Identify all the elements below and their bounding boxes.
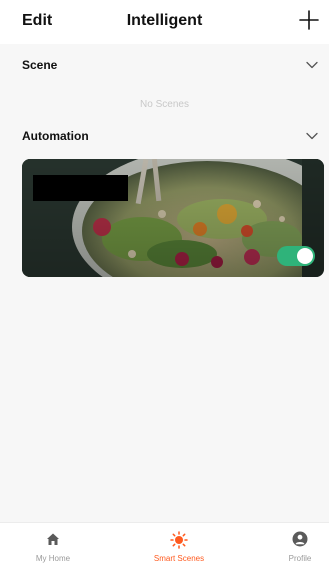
plus-icon[interactable] — [297, 8, 321, 32]
toggle-knob — [297, 248, 313, 264]
scene-section-header[interactable]: Scene — [0, 48, 329, 82]
top-bar: Edit Intelligent — [0, 0, 329, 44]
chevron-down-icon[interactable] — [305, 129, 319, 143]
automation-toggle[interactable] — [277, 246, 315, 266]
tab-smart-scenes-label: Smart Scenes — [153, 554, 205, 563]
page-title: Intelligent — [126, 12, 203, 29]
profile-icon — [292, 531, 308, 547]
tab-profile-label: Profile — [288, 554, 312, 563]
automation-section-label: Automation — [22, 129, 89, 143]
tab-my-home[interactable]: My Home — [3, 523, 103, 566]
sun-icon — [170, 531, 188, 549]
bottom-tab-bar: My Home Smart Scenes Profile — [0, 522, 329, 566]
scene-section-label: Scene — [22, 58, 58, 72]
automation-section-header[interactable]: Automation — [0, 119, 329, 153]
no-scenes-text: No Scenes — [140, 99, 189, 110]
tab-profile[interactable]: Profile — [250, 523, 329, 566]
chevron-down-icon[interactable] — [305, 58, 319, 72]
app-screen: Edit Intelligent Scene No Scenes Automat… — [0, 0, 329, 566]
automation-card[interactable] — [22, 159, 324, 277]
tab-my-home-label: My Home — [35, 554, 71, 563]
automation-name-redacted — [33, 175, 128, 201]
home-icon — [47, 533, 59, 545]
tab-smart-scenes[interactable]: Smart Scenes — [129, 523, 229, 566]
